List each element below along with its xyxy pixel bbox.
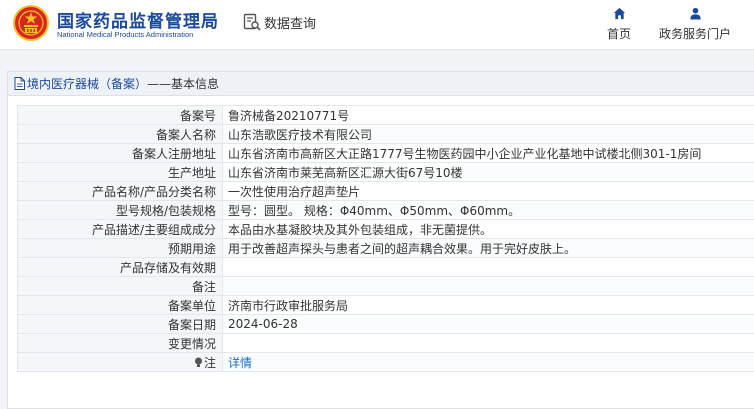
info-table: 备案号 鲁济械备20210771号 备案人名称 山东浩歌医疗技术有限公司 备案人注册地址… bbox=[17, 105, 754, 372]
field-value: 山东浩歌医疗技术有限公司 bbox=[222, 124, 754, 144]
field-value bbox=[222, 276, 754, 296]
table-row: 备案人名称 山东浩歌医疗技术有限公司 bbox=[17, 124, 754, 144]
field-label: 变更情况 bbox=[17, 333, 223, 353]
national-emblem-icon bbox=[13, 5, 49, 41]
field-value bbox=[222, 333, 754, 353]
user-icon bbox=[689, 7, 701, 20]
table-row: 备案日期 2024-06-28 bbox=[17, 314, 754, 334]
panel-header: 境内医疗器械（备案）——基本信息 bbox=[8, 72, 754, 96]
table-row: 产品存储及有效期 bbox=[17, 257, 754, 277]
note-label-cell: 注 bbox=[17, 352, 223, 372]
field-label: 备注 bbox=[17, 276, 223, 296]
nav-gov-service-portal[interactable]: 政务服务门户 bbox=[657, 7, 733, 42]
table-row: 产品描述/主要组成成分 本品由水基凝胶块及其外包装组成，非无菌提供。 bbox=[17, 219, 754, 239]
field-value: 型号：圆型。 规格：Φ40mm、Φ50mm、Φ60mm。 bbox=[222, 200, 754, 220]
field-value: 鲁济械备20210771号 bbox=[222, 105, 754, 125]
field-value bbox=[222, 257, 754, 277]
table-row: 预期用途 用于改善超声探头与患者之间的超声耦合效果。用于完好皮肤上。 bbox=[17, 238, 754, 258]
field-label: 备案人名称 bbox=[17, 124, 223, 144]
table-row: 变更情况 bbox=[17, 333, 754, 353]
table-row: 型号规格/包装规格 型号：圆型。 规格：Φ40mm、Φ50mm、Φ60mm。 bbox=[17, 200, 754, 220]
system-title: 数据查询 bbox=[264, 17, 317, 32]
field-label: 产品名称/产品分类名称 bbox=[17, 181, 223, 201]
field-value: 本品由水基凝胶块及其外包装组成，非无菌提供。 bbox=[222, 219, 754, 239]
field-label: 产品描述/主要组成成分 bbox=[17, 219, 223, 239]
detail-link[interactable]: 详情 bbox=[228, 356, 252, 370]
note-label: 注 bbox=[203, 355, 216, 370]
panel-subtitle: ——基本信息 bbox=[147, 77, 220, 91]
field-label: 产品存储及有效期 bbox=[17, 257, 223, 277]
field-label: 备案号 bbox=[17, 105, 223, 125]
site-header: 国家药品监督管理局 National Medical Products Admi… bbox=[0, 0, 754, 50]
detail-panel: 境内医疗器械（备案）——基本信息 备案号 鲁济械备20210771号 备案人名称 山东… bbox=[7, 71, 754, 409]
field-value: 一次性使用治疗超声垫片 bbox=[222, 181, 754, 201]
field-value: 用于改善超声探头与患者之间的超声耦合效果。用于完好皮肤上。 bbox=[222, 238, 754, 258]
table-row: 备案单位 济南市行政审批服务局 bbox=[17, 295, 754, 315]
field-label: 备案日期 bbox=[17, 314, 223, 334]
field-label: 生产地址 bbox=[17, 162, 223, 182]
table-row: 产品名称/产品分类名称 一次性使用治疗超声垫片 bbox=[17, 181, 754, 201]
table-row: 备注 bbox=[17, 276, 754, 296]
field-value: 山东省济南市莱芜高新区汇源大街67号10楼 bbox=[222, 162, 754, 182]
table-row: 生产地址 山东省济南市莱芜高新区汇源大街67号10楼 bbox=[17, 162, 754, 182]
data-query-icon bbox=[243, 13, 261, 31]
panel-title: 境内医疗器械（备案） bbox=[27, 77, 148, 91]
lightbulb-icon bbox=[194, 357, 202, 367]
field-label: 型号规格/包装规格 bbox=[17, 200, 223, 220]
nav-home[interactable]: 首页 bbox=[605, 7, 633, 42]
org-name-en: National Medical Products Administration bbox=[57, 30, 194, 39]
org-name-cn: 国家药品监督管理局 bbox=[57, 12, 219, 32]
document-icon bbox=[14, 77, 25, 90]
field-value: 济南市行政审批服务局 bbox=[222, 295, 754, 315]
field-value: 2024-06-28 bbox=[222, 314, 754, 334]
note-value-cell: 详情 bbox=[222, 352, 754, 372]
nav-gov-label: 政务服务门户 bbox=[658, 27, 731, 41]
field-label: 预期用途 bbox=[17, 238, 223, 258]
home-icon bbox=[613, 7, 625, 20]
note-row: 注详情 bbox=[17, 352, 754, 372]
field-label: 备案人注册地址 bbox=[17, 143, 223, 163]
table-row: 备案人注册地址 山东省济南市高新区大正路1777号生物医药园中小企业产业化基地中试… bbox=[17, 143, 754, 163]
field-value: 山东省济南市高新区大正路1777号生物医药园中小企业产业化基地中试楼北侧301-… bbox=[222, 143, 754, 163]
field-label: 备案单位 bbox=[17, 295, 223, 315]
table-row: 备案号 鲁济械备20210771号 bbox=[17, 105, 754, 125]
nav-home-label: 首页 bbox=[606, 27, 631, 41]
